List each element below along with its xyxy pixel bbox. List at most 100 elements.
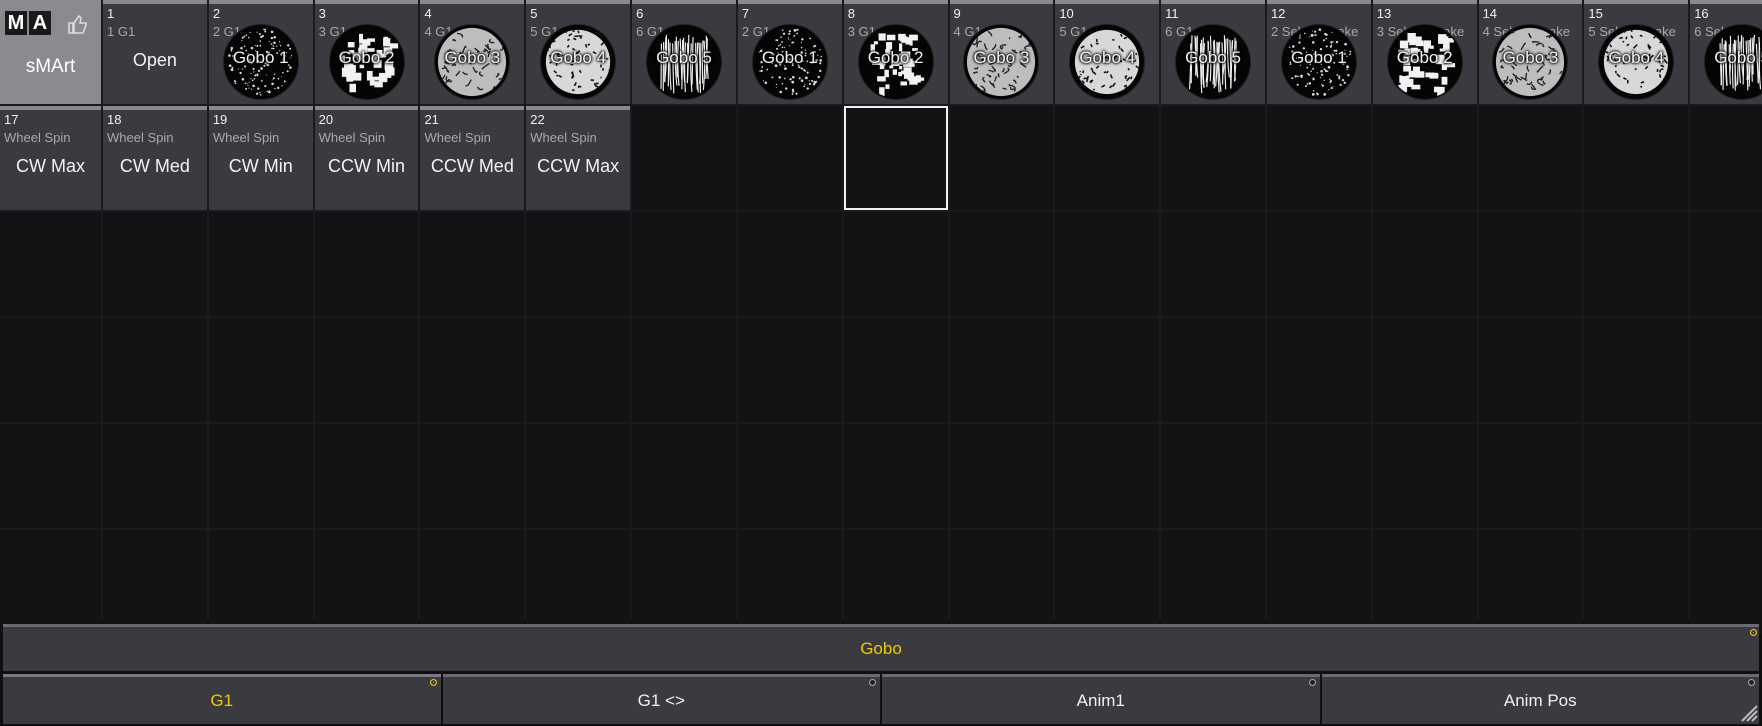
empty-preset-cell[interactable] xyxy=(1478,530,1583,634)
empty-preset-cell[interactable] xyxy=(0,212,101,316)
empty-preset-cell[interactable] xyxy=(949,318,1054,422)
empty-preset-cell[interactable] xyxy=(314,212,419,316)
empty-preset-cell[interactable] xyxy=(1584,424,1689,528)
empty-preset-cell[interactable] xyxy=(314,318,419,422)
empty-preset-cell[interactable] xyxy=(1266,106,1371,210)
empty-preset-cell[interactable] xyxy=(1055,530,1160,634)
empty-preset-cell[interactable] xyxy=(1055,212,1160,316)
empty-preset-cell[interactable] xyxy=(1372,212,1477,316)
empty-preset-cell[interactable] xyxy=(737,424,842,528)
empty-preset-cell[interactable] xyxy=(1372,318,1477,422)
empty-preset-cell[interactable] xyxy=(1478,318,1583,422)
preset-gobo-15[interactable]: 155 Select ShakeGobo 4 xyxy=(1584,0,1689,104)
empty-preset-cell[interactable] xyxy=(314,424,419,528)
preset-gobo-8[interactable]: 83 G1 Gobo 2 xyxy=(843,0,948,104)
empty-preset-cell[interactable] xyxy=(0,318,101,422)
preset-gobo-2[interactable]: 22 G1 Gobo 1 xyxy=(208,0,313,104)
empty-preset-cell[interactable] xyxy=(737,318,842,422)
empty-preset-cell[interactable] xyxy=(208,424,313,528)
empty-preset-cell[interactable] xyxy=(843,530,948,634)
preset-gobo-9[interactable]: 94 G1 Gobo 3 xyxy=(949,0,1054,104)
empty-preset-cell[interactable] xyxy=(1690,424,1762,528)
preset-gobo-11[interactable]: 11 6 G1 Gobo 5 xyxy=(1161,0,1265,104)
empty-preset-cell[interactable] xyxy=(1055,424,1160,528)
empty-preset-cell[interactable] xyxy=(1055,106,1160,210)
preset-wheel-spin-17[interactable]: 17 Wheel Spin CW Max xyxy=(0,106,101,210)
tab-anim-pos[interactable]: Anim Pos xyxy=(1321,674,1759,724)
empty-preset-cell[interactable] xyxy=(632,318,736,422)
preset-gobo-7[interactable]: 72 G1 Gobo 1 xyxy=(737,0,842,104)
empty-preset-cell[interactable] xyxy=(632,212,736,316)
empty-preset-cell[interactable] xyxy=(0,424,101,528)
empty-preset-cell[interactable] xyxy=(103,424,207,528)
empty-preset-cell[interactable] xyxy=(1584,530,1689,634)
empty-preset-cell[interactable] xyxy=(949,424,1054,528)
empty-preset-cell[interactable] xyxy=(1161,318,1265,422)
tab-g1[interactable]: G1 <> xyxy=(442,674,880,724)
empty-preset-cell[interactable] xyxy=(526,212,631,316)
empty-preset-cell[interactable] xyxy=(1478,424,1583,528)
empty-preset-cell[interactable] xyxy=(1584,318,1689,422)
empty-preset-cell[interactable] xyxy=(1690,212,1762,316)
empty-preset-cell[interactable] xyxy=(843,318,948,422)
preset-wheel-spin-19[interactable]: 19 Wheel Spin CW Min xyxy=(208,106,313,210)
preset-gobo-3[interactable]: 33 G1 Gobo 2 xyxy=(314,0,419,104)
empty-preset-cell[interactable] xyxy=(103,530,207,634)
empty-preset-cell[interactable] xyxy=(526,530,631,634)
empty-preset-cell[interactable] xyxy=(949,212,1054,316)
preset-gobo-6[interactable]: 66 G1 Gobo 5 xyxy=(632,0,736,104)
preset-gobo-10[interactable]: 10 5 G1 Gobo 4 xyxy=(1055,0,1160,104)
empty-preset-cell[interactable] xyxy=(1161,212,1265,316)
empty-preset-cell[interactable] xyxy=(420,424,525,528)
empty-preset-cell[interactable] xyxy=(1584,212,1689,316)
preset-gobo-16[interactable]: 166 Select ShakeGobo 5 xyxy=(1690,0,1762,104)
preset-gobo-12[interactable]: 122 Select ShakeGobo 1 xyxy=(1266,0,1371,104)
empty-preset-cell[interactable] xyxy=(420,212,525,316)
preset-wheel-spin-22[interactable]: 22 Wheel Spin CCW Max xyxy=(526,106,631,210)
preset-gobo-5[interactable]: 55 G1 Gobo 4 xyxy=(526,0,631,104)
empty-preset-cell[interactable] xyxy=(1478,212,1583,316)
empty-preset-cell[interactable] xyxy=(737,212,842,316)
empty-preset-cell[interactable] xyxy=(843,424,948,528)
preset-gobo-1[interactable]: 1 1 G1 Open xyxy=(103,0,207,104)
empty-preset-cell[interactable] xyxy=(1584,106,1689,210)
smart-pool-button[interactable]: M AsMArt xyxy=(0,0,101,104)
preset-wheel-spin-21[interactable]: 21 Wheel Spin CCW Med xyxy=(420,106,525,210)
empty-preset-cell[interactable] xyxy=(103,212,207,316)
empty-preset-cell[interactable] xyxy=(1161,106,1265,210)
empty-preset-cell[interactable] xyxy=(420,318,525,422)
tab-g1[interactable]: G1 xyxy=(3,674,441,724)
empty-preset-cell[interactable] xyxy=(1690,318,1762,422)
empty-preset-cell[interactable] xyxy=(632,530,736,634)
preset-gobo-14[interactable]: 144 Select ShakeGobo 3 xyxy=(1478,0,1583,104)
preset-gobo-4[interactable]: 44 G1 Gobo 3 xyxy=(420,0,525,104)
preset-type-bar[interactable]: Gobo xyxy=(3,624,1759,671)
empty-preset-cell[interactable] xyxy=(1266,318,1371,422)
empty-preset-cell[interactable] xyxy=(737,530,842,634)
empty-preset-cell[interactable] xyxy=(420,530,525,634)
empty-preset-cell[interactable] xyxy=(526,318,631,422)
empty-preset-cell[interactable] xyxy=(1690,106,1762,210)
selected-empty-preset-cell[interactable] xyxy=(843,106,948,210)
empty-preset-cell[interactable] xyxy=(208,530,313,634)
empty-preset-cell[interactable] xyxy=(632,424,736,528)
empty-preset-cell[interactable] xyxy=(1266,424,1371,528)
empty-preset-cell[interactable] xyxy=(737,106,842,210)
empty-preset-cell[interactable] xyxy=(314,530,419,634)
empty-preset-cell[interactable] xyxy=(949,106,1054,210)
empty-preset-cell[interactable] xyxy=(1372,106,1477,210)
empty-preset-cell[interactable] xyxy=(1372,424,1477,528)
preset-wheel-spin-18[interactable]: 18 Wheel Spin CW Med xyxy=(103,106,207,210)
empty-preset-cell[interactable] xyxy=(1161,424,1265,528)
empty-preset-cell[interactable] xyxy=(1266,530,1371,634)
empty-preset-cell[interactable] xyxy=(949,530,1054,634)
empty-preset-cell[interactable] xyxy=(1055,318,1160,422)
empty-preset-cell[interactable] xyxy=(1161,530,1265,634)
preset-gobo-13[interactable]: 133 Select ShakeGobo 2 xyxy=(1372,0,1477,104)
empty-preset-cell[interactable] xyxy=(1372,530,1477,634)
empty-preset-cell[interactable] xyxy=(1478,106,1583,210)
empty-preset-cell[interactable] xyxy=(103,318,207,422)
empty-preset-cell[interactable] xyxy=(0,530,101,634)
empty-preset-cell[interactable] xyxy=(208,212,313,316)
resize-handle-icon[interactable] xyxy=(1736,700,1758,722)
